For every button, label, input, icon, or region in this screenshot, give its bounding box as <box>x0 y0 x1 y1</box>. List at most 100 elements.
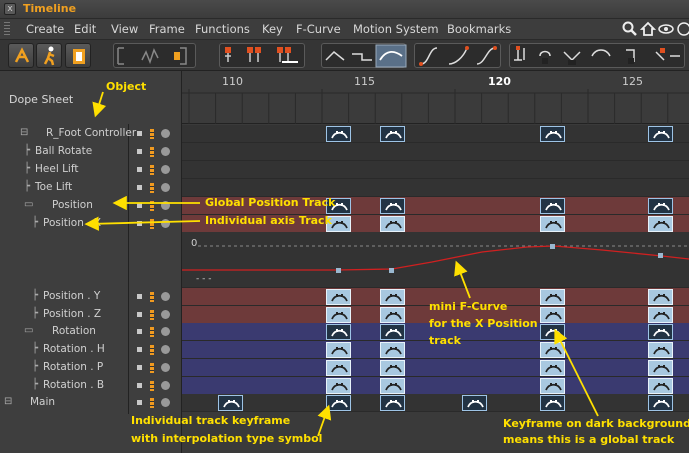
film-strip-button[interactable] <box>65 43 91 68</box>
figure-button[interactable] <box>36 43 62 68</box>
lock-toggle[interactable] <box>150 183 154 193</box>
expand-toggle-icon[interactable]: ⊟ <box>4 396 12 407</box>
close-button[interactable]: x <box>4 3 16 15</box>
lock-toggle[interactable] <box>150 201 154 211</box>
keyframe[interactable] <box>648 307 673 323</box>
mute-toggle[interactable] <box>161 201 170 210</box>
global-keyframe[interactable] <box>380 198 405 214</box>
track-row-rotation-h[interactable]: ┝ Rotation . H <box>0 341 182 359</box>
track-row-rotation-p[interactable]: ┝ Rotation . P <box>0 359 182 377</box>
solo-toggle[interactable] <box>137 329 142 334</box>
track-row-rotation[interactable]: ▭ Rotation <box>0 323 182 341</box>
keyframe[interactable] <box>380 342 405 358</box>
keyframe[interactable] <box>540 342 565 358</box>
solo-toggle[interactable] <box>137 149 142 154</box>
solo-toggle[interactable] <box>137 203 142 208</box>
timeline-track[interactable] <box>182 125 689 143</box>
keyframe[interactable] <box>648 360 673 376</box>
mute-toggle[interactable] <box>161 363 170 372</box>
timeline-track[interactable] <box>182 394 689 412</box>
keyframe[interactable] <box>326 307 351 323</box>
mute-toggle[interactable] <box>161 398 170 407</box>
menu-frame[interactable]: Frame <box>149 22 185 36</box>
lock-toggle[interactable] <box>150 381 154 391</box>
mute-toggle[interactable] <box>161 219 170 228</box>
lock-toggle[interactable] <box>150 398 154 408</box>
keyframe[interactable] <box>326 342 351 358</box>
solo-toggle[interactable] <box>137 185 142 190</box>
keyframe-tools-icon[interactable] <box>510 44 686 69</box>
linear-interp-icon[interactable] <box>322 44 407 69</box>
global-keyframe[interactable] <box>648 324 673 340</box>
keyframe[interactable] <box>648 289 673 305</box>
lock-toggle[interactable] <box>150 363 154 373</box>
mute-toggle[interactable] <box>161 345 170 354</box>
folder-icon[interactable]: ▭ <box>24 325 33 336</box>
timeline-track[interactable] <box>182 179 689 197</box>
track-row-main[interactable]: ⊟ Main <box>0 394 182 412</box>
solo-toggle[interactable] <box>137 347 142 352</box>
lock-toggle[interactable] <box>150 345 154 355</box>
global-keyframe[interactable] <box>326 126 351 142</box>
add-key-icon[interactable] <box>220 44 306 69</box>
eye-icon[interactable] <box>658 21 674 37</box>
solo-toggle[interactable] <box>137 167 142 172</box>
global-keyframe[interactable] <box>218 395 243 411</box>
circle-icon[interactable] <box>676 21 689 37</box>
lock-toggle[interactable] <box>150 327 154 337</box>
solo-toggle[interactable] <box>137 131 142 136</box>
track-row-heel-lift[interactable]: ┝ Heel Lift <box>0 161 182 179</box>
global-keyframe[interactable] <box>648 395 673 411</box>
menu-functions[interactable]: Functions <box>195 22 250 36</box>
menu-bookmarks[interactable]: Bookmarks <box>447 22 511 36</box>
keyframe[interactable] <box>326 378 351 394</box>
mute-toggle[interactable] <box>161 129 170 138</box>
mute-toggle[interactable] <box>161 183 170 192</box>
global-keyframe[interactable] <box>540 395 565 411</box>
global-keyframe[interactable] <box>380 126 405 142</box>
keyframe[interactable] <box>380 360 405 376</box>
home-icon[interactable] <box>640 21 656 37</box>
global-keyframe[interactable] <box>462 395 487 411</box>
mute-toggle[interactable] <box>161 147 170 156</box>
solo-toggle[interactable] <box>137 294 142 299</box>
menu-key[interactable]: Key <box>262 22 283 36</box>
keyframe[interactable] <box>380 216 405 232</box>
track-row-position[interactable]: ▭ Position <box>0 197 182 215</box>
keyframe[interactable] <box>648 378 673 394</box>
global-keyframe[interactable] <box>380 324 405 340</box>
global-keyframe[interactable] <box>540 198 565 214</box>
solo-toggle[interactable] <box>137 365 142 370</box>
solo-toggle[interactable] <box>137 312 142 317</box>
folder-icon[interactable]: ▭ <box>24 199 33 210</box>
menu-f-curve[interactable]: F-Curve <box>296 22 341 36</box>
global-keyframe[interactable] <box>540 126 565 142</box>
lock-toggle[interactable] <box>150 219 154 229</box>
menu-motion-system[interactable]: Motion System <box>353 22 439 36</box>
timeline-track[interactable] <box>182 143 689 161</box>
timeline-track[interactable] <box>182 359 689 377</box>
keyframe[interactable] <box>380 378 405 394</box>
mute-toggle[interactable] <box>161 327 170 336</box>
lock-toggle[interactable] <box>150 165 154 175</box>
mute-toggle[interactable] <box>161 292 170 301</box>
lock-toggle[interactable] <box>150 129 154 139</box>
keyframe[interactable] <box>540 289 565 305</box>
solo-toggle[interactable] <box>137 400 142 405</box>
keyframe[interactable] <box>540 216 565 232</box>
global-keyframe[interactable] <box>540 324 565 340</box>
keyframe[interactable] <box>540 307 565 323</box>
track-row-rotation-b[interactable]: ┝ Rotation . B <box>0 377 182 395</box>
global-keyframe[interactable] <box>648 126 673 142</box>
frame-ruler[interactable]: 110 115 120 125 <box>182 71 689 124</box>
search-icon[interactable] <box>622 21 638 37</box>
global-keyframe[interactable] <box>326 395 351 411</box>
lock-toggle[interactable] <box>150 310 154 320</box>
object-mode-button[interactable] <box>8 43 34 68</box>
track-row-position-z[interactable]: ┝ Position . Z <box>0 306 182 324</box>
keyframe[interactable] <box>648 342 673 358</box>
mute-toggle[interactable] <box>161 310 170 319</box>
menu-edit[interactable]: Edit <box>74 22 96 36</box>
lock-toggle[interactable] <box>150 147 154 157</box>
mute-toggle[interactable] <box>161 381 170 390</box>
